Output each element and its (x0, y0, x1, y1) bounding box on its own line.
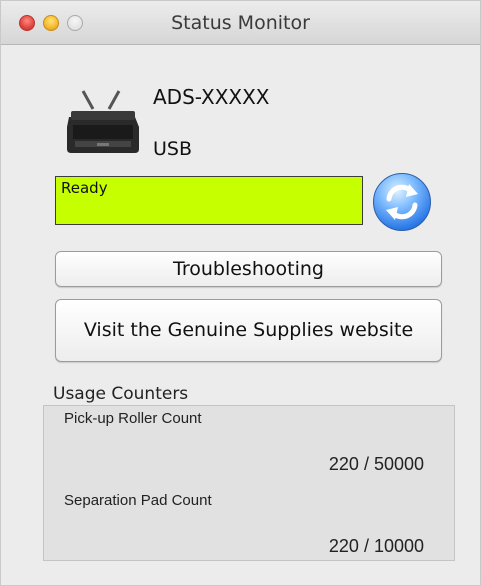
pickup-roller-count-label: Pick-up Roller Count (64, 410, 202, 427)
usage-counters-label: Usage Counters (53, 384, 189, 404)
scanner-icon (63, 87, 145, 157)
separation-pad-count-label: Separation Pad Count (64, 492, 212, 509)
pickup-roller-count-value: 220 / 50000 (328, 454, 424, 474)
usage-counters-panel: Pick-up Roller Count 220 / 50000 Separat… (43, 405, 455, 561)
status-display: Ready (55, 176, 363, 225)
title-bar[interactable]: Status Monitor (1, 1, 480, 45)
window-title: Status Monitor (171, 12, 310, 34)
device-name: ADS-XXXXX (153, 85, 270, 109)
refresh-icon (386, 184, 418, 220)
refresh-button[interactable] (373, 173, 431, 231)
status-text: Ready (61, 179, 108, 197)
troubleshooting-button[interactable]: Troubleshooting (55, 251, 442, 287)
separation-pad-count-value: 220 / 10000 (328, 536, 424, 556)
connection-type: USB (153, 138, 193, 160)
genuine-supplies-button[interactable]: Visit the Genuine Supplies website (55, 299, 442, 362)
status-monitor-window: Status Monitor ADS-XXXXX USB Ready Troub… (0, 0, 481, 586)
